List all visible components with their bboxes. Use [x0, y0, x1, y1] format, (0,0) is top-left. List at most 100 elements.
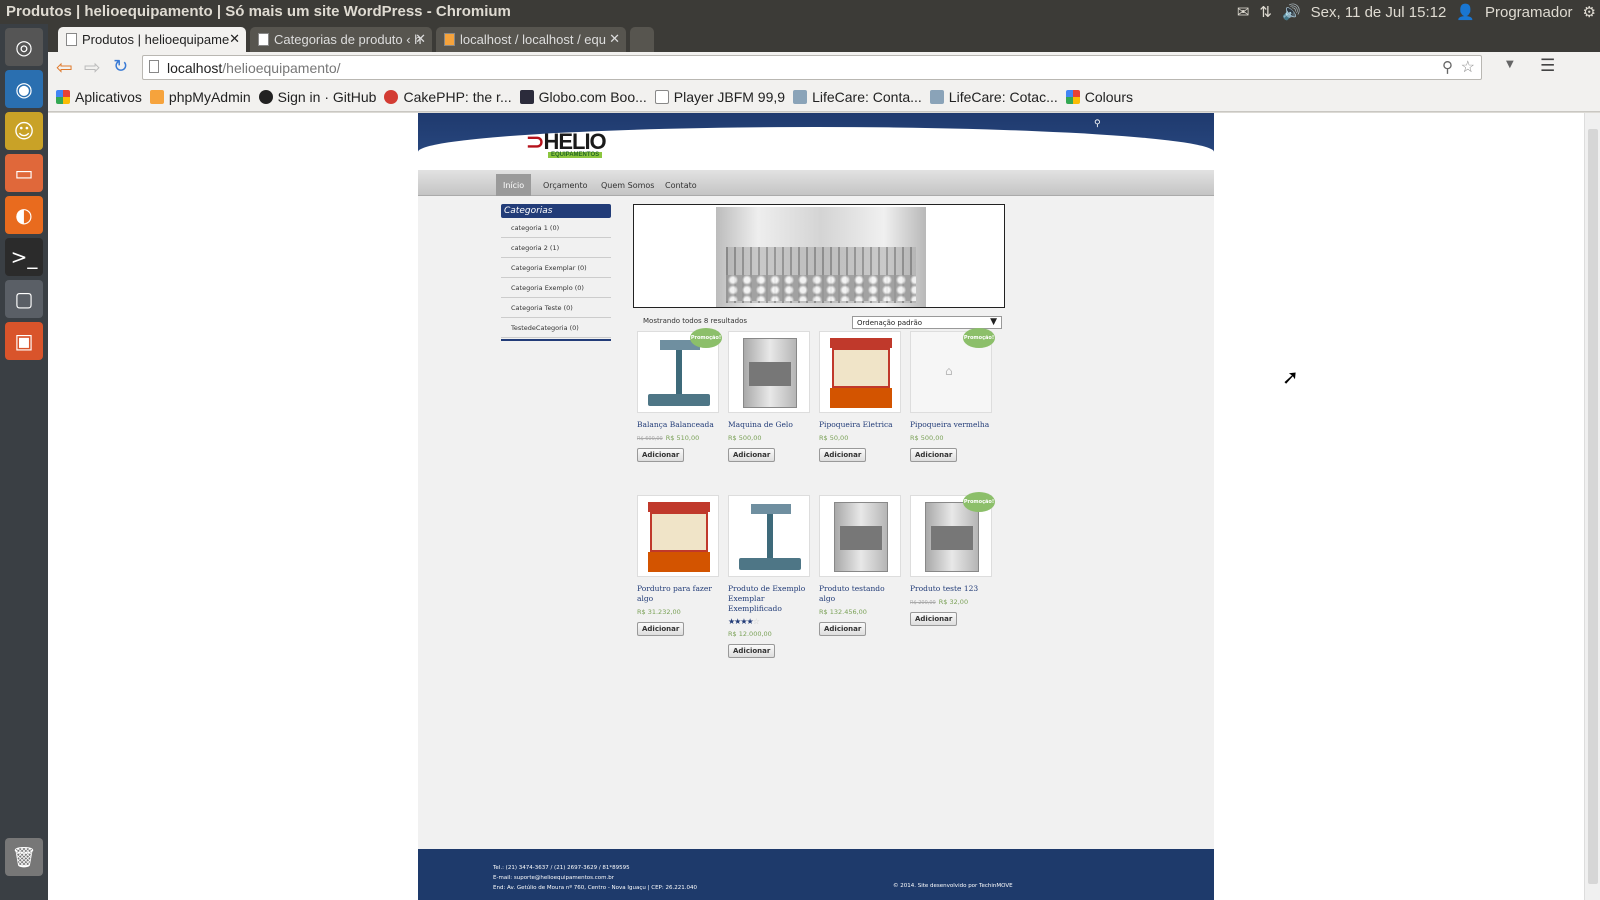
github-icon — [258, 90, 273, 104]
firefox-icon[interactable]: ◐ — [5, 196, 43, 234]
product-image[interactable] — [728, 495, 810, 577]
bookmark-apps[interactable]: Aplicativos — [56, 89, 142, 105]
chevron-down-icon[interactable]: ▼ — [1506, 59, 1514, 70]
nav-orcamento[interactable]: Orçamento — [536, 174, 595, 196]
product-image[interactable]: Promoção! — [637, 328, 722, 413]
close-icon[interactable]: ✕ — [609, 31, 620, 47]
bookmark-cakephp[interactable]: CakePHP: the r... — [384, 89, 512, 105]
page-icon — [654, 90, 669, 104]
main-nav: Início Orçamento Quem Somos Contato — [418, 170, 1214, 196]
nav-inicio[interactable]: Início — [496, 174, 532, 196]
category-link[interactable]: Categoria Exemplar (0) — [501, 258, 611, 278]
files-icon[interactable]: ▭ — [5, 154, 43, 192]
product-image[interactable] — [637, 495, 719, 577]
nav-contato[interactable]: Contato — [658, 174, 704, 196]
bookmark-lifecare-contato[interactable]: LifeCare: Conta... — [793, 89, 922, 105]
reload-icon[interactable]: ↻ — [113, 56, 128, 77]
product-image[interactable] — [819, 495, 901, 577]
bookmark-github[interactable]: Sign in · GitHub — [258, 89, 376, 105]
search-icon[interactable]: ⚲ — [1094, 119, 1101, 129]
close-icon[interactable]: ✕ — [415, 31, 426, 47]
categories-sidebar: Categorias categoria 1 (0) categoria 2 (… — [501, 204, 611, 341]
mail-icon[interactable]: ✉ — [1237, 3, 1250, 21]
add-to-cart-button[interactable]: Adicionar — [819, 622, 867, 636]
add-to-cart-button[interactable]: Adicionar — [637, 448, 685, 462]
search-icon[interactable]: ⚲ — [1442, 58, 1453, 76]
category-link[interactable]: Categoria Teste (0) — [501, 298, 611, 318]
bookmark-colours[interactable]: Colours — [1065, 89, 1133, 105]
site-container: ⊃HELIO EQUIPAMENTOS ⚲ Início Orçamento Q… — [418, 113, 1214, 900]
bookmark-label: Aplicativos — [75, 89, 142, 105]
terminal-icon[interactable]: >_ — [5, 238, 43, 276]
tab-categorias[interactable]: Categorias de produto ‹ h ✕ — [250, 27, 432, 52]
window-icon[interactable]: ▢ — [5, 280, 43, 318]
logo-subtitle: EQUIPAMENTOS — [548, 152, 603, 158]
add-to-cart-button[interactable]: Adicionar — [637, 622, 685, 636]
clock[interactable]: Sex, 11 de Jul 15:12 — [1311, 4, 1447, 21]
tab-produtos[interactable]: Produtos | helioequipame ✕ — [58, 27, 246, 52]
chromium-icon[interactable]: ◉ — [5, 70, 43, 108]
product-image[interactable]: Promoção! — [910, 492, 995, 577]
product-price: R$ 500,00 — [910, 434, 944, 442]
product-name[interactable]: Produto teste 123 — [910, 584, 992, 594]
new-tab-button[interactable] — [630, 27, 654, 52]
bookmark-phpmyadmin[interactable]: phpMyAdmin — [149, 89, 251, 105]
product-image[interactable]: ⌂ Promoção! — [910, 328, 995, 413]
address-bar[interactable]: localhost/helioequipamento/ ⚲ ☆ — [142, 55, 1482, 80]
bookmark-globo[interactable]: Globo.com Boo... — [519, 89, 647, 105]
back-icon[interactable]: ⇦ — [56, 55, 73, 79]
menu-icon[interactable]: ☰ — [1540, 56, 1555, 76]
add-to-cart-button[interactable]: Adicionar — [728, 448, 776, 462]
footer-phone: Tel.: (21) 3474-3637 / (21) 2697-3629 / … — [493, 865, 630, 871]
page-scrollbar[interactable] — [1584, 113, 1600, 900]
dash-icon[interactable]: ◎ — [5, 28, 43, 66]
ice-machine-picture — [716, 207, 926, 307]
user-name[interactable]: Programador — [1485, 4, 1573, 21]
old-price: R$ 200,00 — [910, 600, 936, 606]
tab-phpmyadmin[interactable]: localhost / localhost / equ ✕ — [436, 27, 626, 52]
product-image[interactable] — [728, 331, 810, 413]
app-icon[interactable]: ☺ — [5, 112, 43, 150]
product-price: R$ 12.000,00 — [728, 630, 772, 638]
category-link[interactable]: categoria 1 (0) — [501, 218, 611, 238]
category-link[interactable]: Categoria Exemplo (0) — [501, 278, 611, 298]
archive-icon[interactable]: ▣ — [5, 322, 43, 360]
add-to-cart-button[interactable]: Adicionar — [910, 448, 958, 462]
product-image[interactable] — [819, 331, 901, 413]
star-rating: ★★★★☆ — [728, 617, 810, 626]
mouse-cursor-icon: ➚ — [1282, 365, 1299, 389]
star-icon[interactable]: ☆ — [1461, 57, 1475, 77]
current-price: R$ 32,00 — [938, 598, 969, 606]
close-icon[interactable]: ✕ — [229, 31, 240, 47]
bookmark-lifecare-cotacao[interactable]: LifeCare: Cotac... — [929, 89, 1058, 105]
product-name[interactable]: Balança Balanceada — [637, 420, 719, 430]
bookmark-label: phpMyAdmin — [168, 89, 251, 105]
product-card: Maquina de Gelo R$ 500,00 Adicionar — [728, 331, 810, 462]
product-name[interactable]: Pipoqueira vermelha — [910, 420, 992, 430]
volume-icon[interactable]: 🔊 — [1282, 3, 1301, 21]
add-to-cart-button[interactable]: Adicionar — [819, 448, 867, 462]
product-name[interactable]: Pipoqueira Eletrica — [819, 420, 901, 430]
bookmark-label: Globo.com Boo... — [538, 89, 647, 105]
product-name[interactable]: Pordutro para fazer algo — [637, 584, 719, 604]
url-path: /helioequipamento/ — [222, 60, 341, 76]
nav-quem-somos[interactable]: Quem Somos — [594, 174, 661, 196]
forward-icon[interactable]: ⇨ — [84, 55, 101, 79]
sale-badge: Promoção! — [963, 492, 995, 512]
product-name[interactable]: Produto testando algo — [819, 584, 901, 604]
network-icon[interactable]: ⇅ — [1259, 3, 1272, 21]
product-name[interactable]: Produto de Exemplo Exemplar Exemplificad… — [728, 584, 810, 614]
site-logo[interactable]: ⊃HELIO EQUIPAMENTOS — [526, 129, 607, 158]
url-host: localhost — [167, 60, 223, 76]
product-name[interactable]: Maquina de Gelo — [728, 420, 810, 430]
indicator-area: ✉ ⇅ 🔊 Sex, 11 de Jul 15:12 👤 Programador… — [1237, 0, 1596, 24]
category-link[interactable]: TestedeCategoria (0) — [501, 318, 611, 338]
bookmark-jbfm[interactable]: Player JBFM 99,9 — [654, 89, 785, 105]
category-link[interactable]: categoria 2 (1) — [501, 238, 611, 258]
add-to-cart-button[interactable]: Adicionar — [910, 612, 958, 626]
add-to-cart-button[interactable]: Adicionar — [728, 644, 776, 658]
scrollbar-thumb[interactable] — [1588, 129, 1598, 884]
site-header: ⊃HELIO EQUIPAMENTOS ⚲ — [418, 113, 1214, 175]
gear-icon[interactable]: ⚙ — [1583, 3, 1596, 21]
trash-icon[interactable]: 🗑 — [5, 838, 43, 876]
